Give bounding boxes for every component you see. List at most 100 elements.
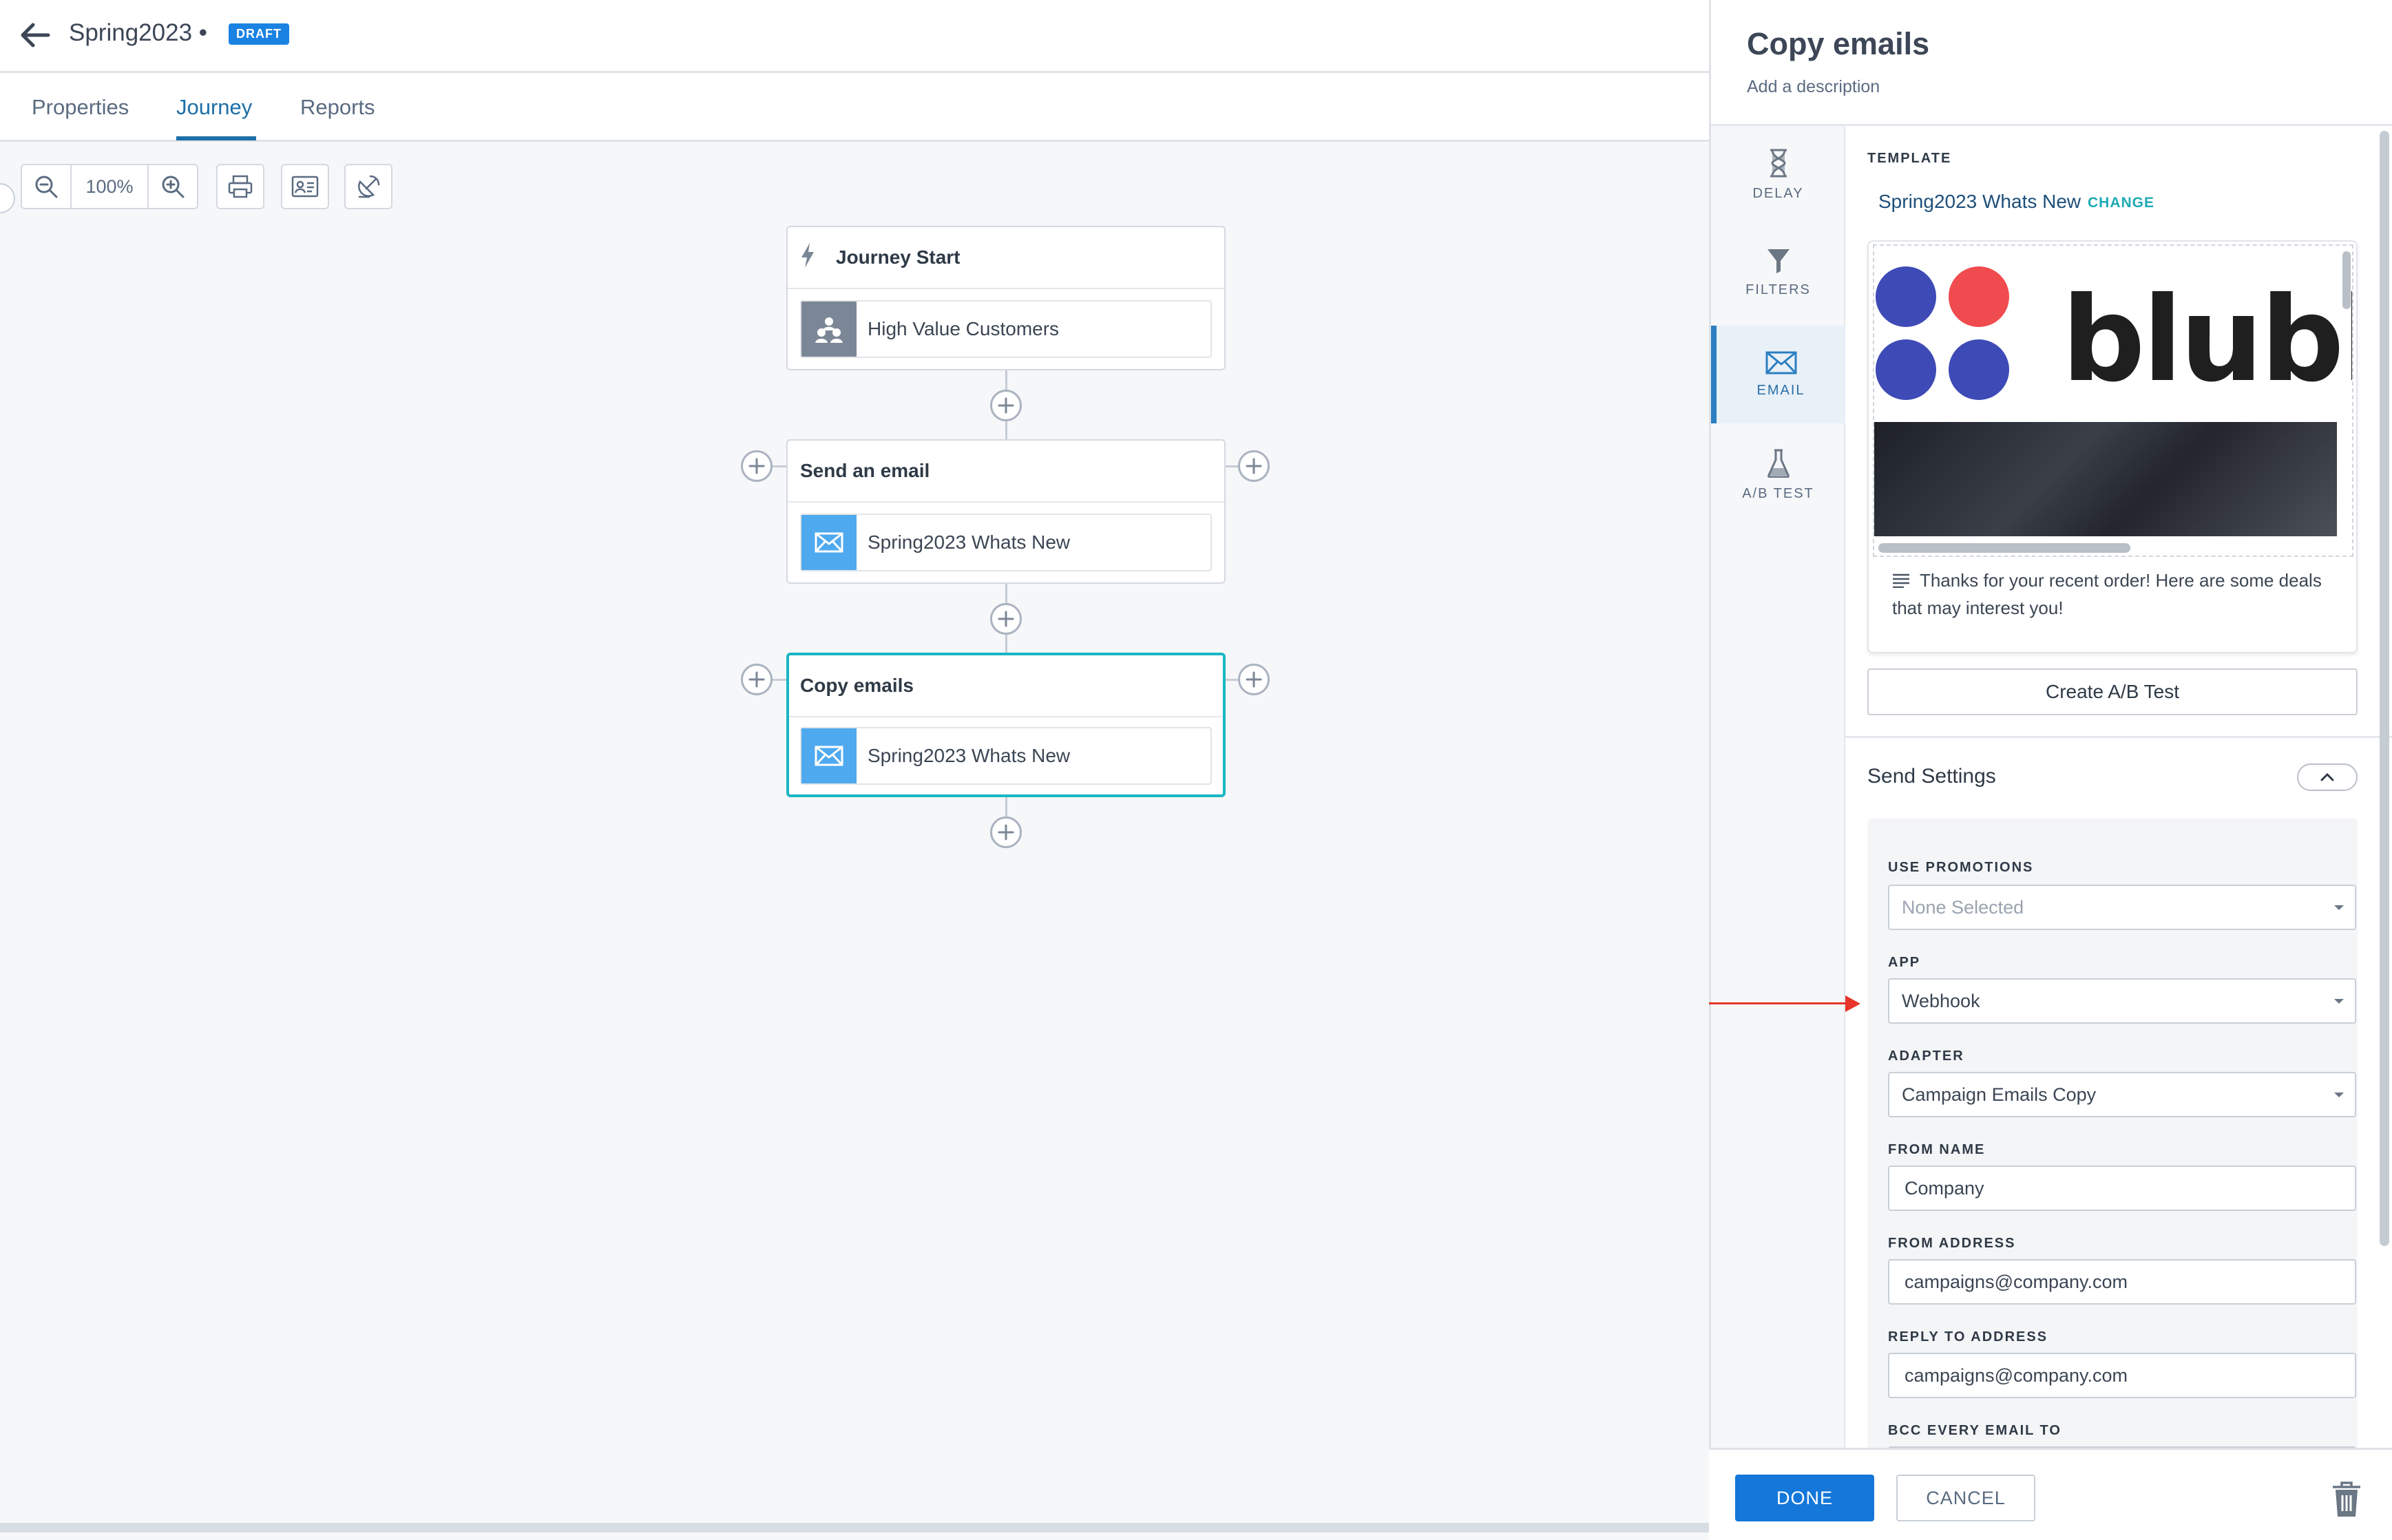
copy-emails-node[interactable]: Copy emails Spring2023 Whats New [786, 653, 1226, 797]
template-item[interactable]: Spring2023 Whats New [800, 514, 1212, 571]
panel-description[interactable]: Add a description [1747, 77, 1880, 97]
done-button[interactable]: DONE [1735, 1475, 1874, 1521]
collapse-section-button[interactable] [2297, 763, 2358, 791]
nav-label: DELAY [1752, 185, 1804, 201]
step-settings-panel: Copy emails Add a description DELAY FILT… [1709, 0, 2392, 1540]
tab-reports[interactable]: Reports [300, 95, 375, 120]
contact-card-button[interactable] [281, 164, 329, 209]
node-header: Copy emails [789, 655, 1223, 717]
tab-bar: Properties Journey Reports [0, 73, 1709, 213]
preview-frame: blubl [1873, 244, 2353, 557]
field-label: FROM NAME [1888, 1142, 1986, 1157]
send-settings-title: Send Settings [1867, 765, 1996, 788]
flask-icon [1767, 449, 1790, 478]
change-template-link[interactable]: CHANGE [2088, 195, 2154, 211]
contact-card-icon [291, 176, 319, 198]
panel-vertical-scrollbar[interactable] [2380, 131, 2389, 1246]
use-promotions-select[interactable]: None Selected [1888, 885, 2356, 930]
segment-name: High Value Customers [868, 318, 1060, 339]
canvas-horizontal-scrollbar[interactable] [0, 1523, 1709, 1532]
field-label: BCC EVERY EMAIL TO [1888, 1423, 2061, 1438]
satellite-dish-icon [358, 175, 380, 198]
logo-wordmark: blubl [2061, 272, 2353, 408]
panel-title[interactable]: Copy emails [1747, 26, 1929, 62]
preview-snippet: Thanks for your recent order! Here are s… [1892, 567, 2333, 622]
divider [1845, 736, 2392, 738]
zoom-in-icon[interactable] [149, 165, 197, 208]
nav-label: EMAIL [1756, 382, 1805, 398]
template-item[interactable]: Spring2023 Whats New [800, 727, 1212, 785]
app-select[interactable]: Webhook [1888, 978, 2356, 1024]
from-address-field[interactable]: campaigns@company.com [1888, 1259, 2356, 1305]
select-value: Webhook [1902, 990, 1980, 1011]
annotation-arrow [1709, 1002, 1847, 1004]
node-header: Send an email [788, 441, 1224, 503]
adapter-select[interactable]: Campaign Emails Copy [1888, 1072, 2356, 1117]
segment-item[interactable]: High Value Customers [800, 300, 1212, 358]
nav-label: A/B TEST [1742, 485, 1814, 501]
preview-text: Thanks for your recent order! Here are s… [1892, 570, 2322, 618]
template-caption: TEMPLATE [1867, 151, 1952, 166]
send-settings-form: USE PROMOTIONS None Selected APP Webhook… [1867, 819, 2358, 1448]
nav-email[interactable]: EMAIL [1711, 326, 1845, 423]
preview-vertical-scrollbar[interactable] [2342, 251, 2351, 309]
hero-image [1874, 422, 2337, 536]
create-ab-test-button[interactable]: Create A/B Test [1867, 668, 2358, 715]
add-branch-right-plus-icon[interactable] [1238, 664, 1270, 695]
field-label: FROM ADDRESS [1888, 1236, 2016, 1251]
hourglass-icon [1770, 149, 1787, 177]
template-preview[interactable]: blubl Thanks for your recent order! Here… [1867, 240, 2358, 653]
add-branch-left-plus-icon[interactable] [741, 664, 773, 695]
node-header: Journey Start [788, 227, 1224, 289]
panel-side-nav: DELAY FILTERS EMAIL A/B TEST [1711, 126, 1845, 1448]
panel-content: TEMPLATE Spring2023 Whats New CHANGE blu… [1845, 126, 2392, 1448]
nav-label: FILTERS [1745, 282, 1811, 297]
top-header: Spring2023 • DRAFT [0, 0, 1709, 73]
panel-footer: DONE CANCEL [1709, 1448, 2392, 1540]
segment-icon [801, 302, 857, 357]
node-title: Journey Start [836, 246, 961, 268]
text-lines-icon [1893, 573, 1909, 589]
logo-dot [1949, 339, 2009, 400]
analytics-button[interactable] [344, 164, 392, 209]
cancel-button[interactable]: CANCEL [1896, 1475, 2035, 1521]
template-name: Spring2023 Whats New [868, 745, 1071, 766]
add-step-plus-icon[interactable] [990, 816, 1022, 848]
annotation-arrow-head [1845, 995, 1860, 1012]
tab-properties[interactable]: Properties [32, 95, 129, 120]
logo-dot [1876, 339, 1936, 400]
active-tab-indicator [176, 136, 256, 140]
preview-horizontal-scrollbar[interactable] [1878, 543, 2130, 553]
trash-icon[interactable] [2329, 1480, 2364, 1519]
journey-start-node[interactable]: Journey Start High Value Customers [786, 226, 1226, 370]
send-email-node[interactable]: Send an email Spring2023 Whats New [786, 439, 1226, 584]
nav-filters[interactable]: FILTERS [1711, 224, 1845, 321]
draft-badge: DRAFT [229, 23, 289, 45]
envelope-icon [801, 728, 857, 783]
add-branch-left-plus-icon[interactable] [741, 450, 773, 482]
chevron-down-icon [2334, 1093, 2344, 1097]
journey-title[interactable]: Spring2023 • [69, 19, 207, 47]
print-button[interactable] [216, 164, 264, 209]
add-step-plus-icon[interactable] [990, 390, 1022, 421]
back-arrow-icon[interactable] [18, 19, 52, 51]
zoom-out-icon[interactable] [22, 165, 70, 208]
chevron-down-icon [2334, 905, 2344, 910]
sidebar-toggle-icon[interactable] [0, 183, 15, 213]
reply-to-field[interactable]: campaigns@company.com [1888, 1353, 2356, 1398]
chevron-up-icon [2320, 772, 2334, 781]
from-name-field[interactable]: Company [1888, 1165, 2356, 1211]
field-label: REPLY TO ADDRESS [1888, 1329, 2048, 1344]
brand-logo: blubl [1874, 246, 2352, 422]
tab-journey[interactable]: Journey [176, 95, 252, 120]
nav-ab-test[interactable]: A/B TEST [1711, 426, 1845, 524]
printer-icon [228, 175, 253, 198]
envelope-icon [801, 515, 857, 570]
field-label: APP [1888, 955, 1921, 970]
add-step-plus-icon[interactable] [990, 603, 1022, 635]
template-name[interactable]: Spring2023 Whats New [1878, 191, 2081, 213]
add-branch-right-plus-icon[interactable] [1238, 450, 1270, 482]
field-label: ADAPTER [1888, 1048, 1964, 1064]
nav-delay[interactable]: DELAY [1711, 126, 1845, 224]
logo-dot [1949, 266, 2009, 327]
